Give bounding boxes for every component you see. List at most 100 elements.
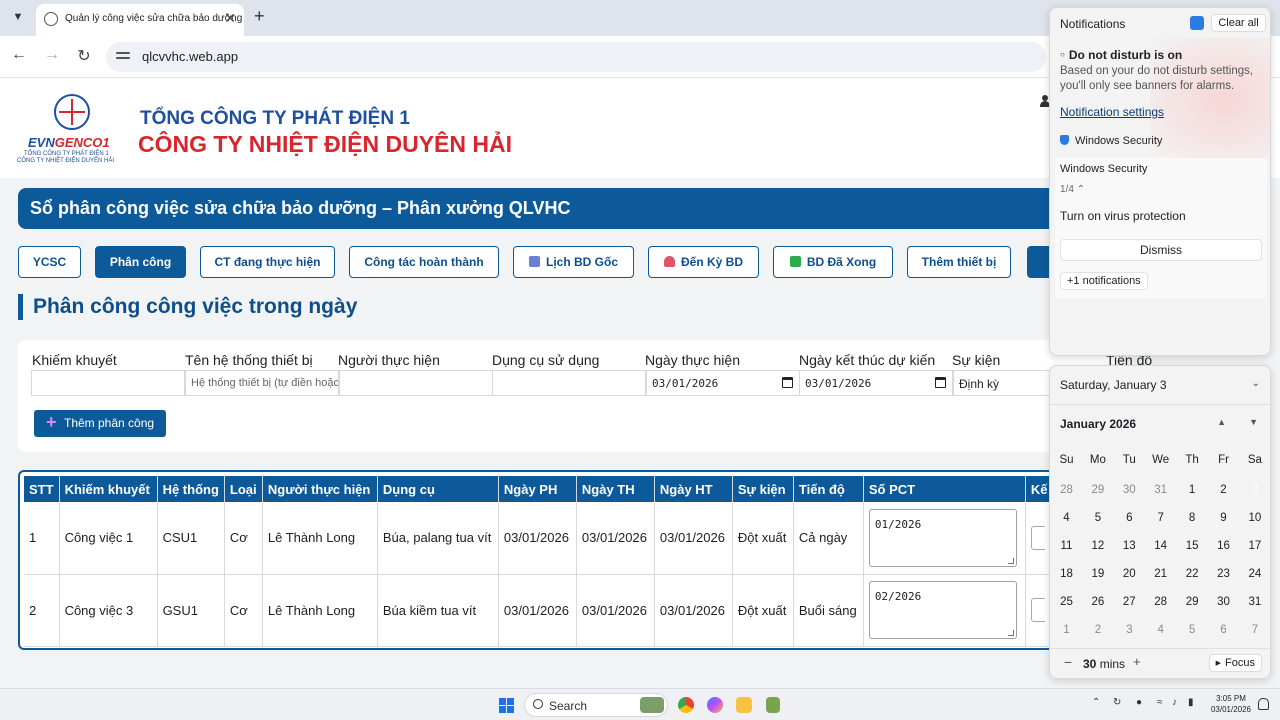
calendar-day[interactable]: 6 [1114, 512, 1145, 524]
calendar-day[interactable]: 14 [1145, 540, 1176, 552]
add-assignment-button[interactable]: Thêm phân công [34, 409, 166, 437]
nav-den-ky-bd[interactable]: Đến Kỳ BD [648, 246, 759, 278]
sync-icon[interactable]: ↻ [1113, 697, 1121, 708]
calendar-day[interactable]: 1 [1177, 484, 1208, 496]
worker-input[interactable] [339, 370, 493, 396]
chevron-up-icon[interactable]: ⌃ [1092, 697, 1100, 708]
calendar-day[interactable]: 3 [1114, 624, 1145, 636]
reload-icon[interactable]: ↻ [73, 46, 95, 66]
calendar-day[interactable]: 20 [1114, 568, 1145, 580]
minus-icon[interactable]: − [1064, 654, 1072, 670]
notification-app-group[interactable]: Windows Security [1060, 135, 1162, 147]
notification-count[interactable]: 1/4 ⌃ [1060, 184, 1085, 195]
calendar-day[interactable]: 11 [1051, 540, 1082, 552]
pct-textarea[interactable]: 02/2026 [868, 581, 1017, 639]
row-action-button[interactable] [1030, 598, 1045, 622]
calendar-day[interactable]: 28 [1051, 484, 1082, 496]
calendar-day[interactable]: 7 [1145, 512, 1176, 524]
notification-card[interactable]: Windows Security 1/4 ⌃ Turn on virus pro… [1055, 158, 1267, 298]
more-notifications-button[interactable]: +1 notifications [1060, 272, 1148, 290]
copilot-icon[interactable] [707, 697, 723, 713]
dnd-toggle-icon[interactable] [1190, 16, 1204, 30]
notification-bell-icon[interactable] [1258, 698, 1269, 710]
calendar-day[interactable]: 26 [1082, 596, 1113, 608]
calendar-day[interactable]: 29 [1082, 484, 1113, 496]
calendar-month[interactable]: January 2026 [1060, 417, 1136, 431]
pct-textarea[interactable]: 01/2026 [868, 508, 1017, 567]
defect-input[interactable] [31, 370, 185, 396]
calendar-day[interactable]: 13 [1114, 540, 1145, 552]
forward-icon[interactable]: → [41, 46, 63, 64]
nav-cong-tac-hoan-thanh[interactable]: Công tác hoàn thành [349, 246, 499, 278]
calendar-day[interactable]: 12 [1082, 540, 1113, 552]
nav-phan-cong[interactable]: Phân công [95, 246, 186, 278]
calendar-day[interactable]: 5 [1177, 624, 1208, 636]
calendar-day[interactable]: 1 [1051, 624, 1082, 636]
calendar-day[interactable]: 15 [1177, 540, 1208, 552]
calendar-icon[interactable] [935, 377, 946, 388]
nav-bd-da-xong[interactable]: BD Đã Xong [773, 246, 893, 278]
calendar-day[interactable]: 30 [1114, 484, 1145, 496]
row-action-button[interactable] [1030, 525, 1045, 550]
tab-search-menu-icon[interactable]: ▼ [8, 7, 28, 27]
volume-icon[interactable]: ♪ [1172, 697, 1177, 708]
dismiss-button[interactable]: Dismiss [1060, 239, 1262, 261]
end-date-input[interactable]: 03/01/2026 [799, 370, 953, 396]
clear-all-button[interactable]: Clear all [1211, 14, 1266, 32]
calendar-day[interactable]: 25 [1051, 596, 1082, 608]
previous-month-icon[interactable]: ▲ [1217, 417, 1226, 427]
calendar-day-today[interactable]: 3 [1239, 477, 1270, 503]
chrome-icon[interactable] [678, 697, 694, 713]
calendar-icon[interactable] [782, 377, 793, 388]
calendar-day[interactable]: 24 [1239, 568, 1270, 580]
calendar-day[interactable]: 4 [1051, 512, 1082, 524]
nav-them-thiet-bi[interactable]: Thêm thiết bị [907, 246, 1011, 278]
start-date-input[interactable]: 03/01/2026 [646, 370, 800, 396]
wifi-icon[interactable]: ≈ [1157, 697, 1163, 708]
calendar-day[interactable]: 7 [1239, 624, 1270, 636]
calendar-day[interactable]: 4 [1145, 624, 1176, 636]
system-input[interactable]: Hệ thống thiết bị (tự điền hoặc chọn) [185, 370, 339, 396]
snipping-tool-icon[interactable] [766, 697, 780, 713]
site-info-icon[interactable] [116, 49, 130, 63]
calendar-day[interactable]: 18 [1051, 568, 1082, 580]
event-select[interactable]: Định kỳ [953, 370, 1063, 396]
tools-input[interactable] [492, 370, 646, 396]
calendar-day[interactable]: 21 [1145, 568, 1176, 580]
calendar-day[interactable]: 29 [1177, 596, 1208, 608]
calendar-day[interactable]: 17 [1239, 540, 1270, 552]
focus-button[interactable]: Focus [1208, 654, 1262, 672]
battery-icon[interactable]: ▮ [1188, 697, 1194, 708]
nav-lich-bd-goc[interactable]: Lịch BD Gốc [513, 246, 634, 278]
close-tab-icon[interactable]: ✕ [224, 10, 236, 27]
calendar-day[interactable]: 5 [1082, 512, 1113, 524]
calendar-day[interactable]: 22 [1177, 568, 1208, 580]
nav-ct-dang-thuc-hien[interactable]: CT đang thực hiện [200, 246, 335, 278]
plus-icon[interactable]: + [1133, 654, 1141, 669]
calendar-day[interactable]: 28 [1145, 596, 1176, 608]
calendar-day[interactable]: 31 [1145, 484, 1176, 496]
microphone-icon[interactable]: ● [1136, 697, 1142, 708]
browser-tab[interactable]: Quản lý công việc sửa chữa bảo dưỡng ✕ [36, 4, 244, 36]
calendar-day[interactable]: 9 [1208, 512, 1239, 524]
calendar-day[interactable]: 19 [1082, 568, 1113, 580]
taskbar-clock[interactable]: 3:05 PM 03/01/2026 [1206, 693, 1256, 715]
next-month-icon[interactable]: ▼ [1249, 417, 1258, 427]
windows-start-icon[interactable] [499, 698, 515, 714]
notification-settings-link[interactable]: Notification settings [1060, 105, 1164, 119]
calendar-day[interactable]: 27 [1114, 596, 1145, 608]
calendar-day[interactable]: 8 [1177, 512, 1208, 524]
file-explorer-icon[interactable] [736, 697, 752, 713]
calendar-day[interactable]: 16 [1208, 540, 1239, 552]
back-icon[interactable]: ← [8, 46, 30, 64]
calendar-day[interactable]: 30 [1208, 596, 1239, 608]
calendar-day[interactable]: 6 [1208, 624, 1239, 636]
calendar-day[interactable]: 23 [1208, 568, 1239, 580]
calendar-day[interactable]: 10 [1239, 512, 1270, 524]
calendar-day[interactable]: 2 [1082, 624, 1113, 636]
new-tab-icon[interactable]: + [254, 6, 265, 27]
calendar-day[interactable]: 31 [1239, 596, 1270, 608]
nav-ycsc[interactable]: YCSC [18, 246, 81, 278]
widgets-icon[interactable] [640, 697, 664, 713]
address-bar[interactable]: qlcvvhc.web.app [106, 42, 1046, 72]
